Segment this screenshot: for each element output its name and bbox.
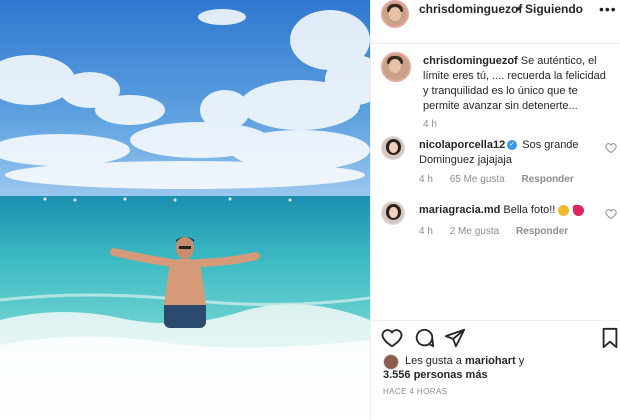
heart-emoji [572,204,584,216]
comment-likes[interactable]: 2 Me gusta [450,226,499,237]
post-actions: Les gusta a mariohart y 3.556 personas m… [371,320,620,420]
author-username[interactable]: chrisdominguezof [419,2,522,16]
posted-time[interactable]: HACE 4 HORAS [383,387,447,396]
comment-username[interactable]: nicolaporcella12 [419,139,505,151]
comment-like-heart-icon[interactable] [605,208,617,220]
follow-status-button[interactable]: Siguiendo [525,2,583,16]
share-icon[interactable] [444,327,466,349]
caption-avatar[interactable] [381,52,411,82]
caption-username[interactable]: chrisdominguezof [423,55,518,67]
comment-like-heart-icon[interactable] [605,142,617,154]
post-panel: chrisdominguezof • Siguiendo ••• chrisdo… [370,0,620,420]
reply-button[interactable]: Responder [522,174,574,185]
reply-button[interactable]: Responder [516,226,568,237]
likes-connector: y [518,355,525,367]
post-photo[interactable] [0,0,370,420]
comment-meta: 4 h 2 Me gusta Responder [419,226,582,237]
bookmark-icon[interactable] [599,327,620,349]
comment-time[interactable]: 4 h [419,226,433,237]
likes-line: Les gusta a mariohart y [405,354,605,369]
comment-meta: 4 h 65 Me gusta Responder [419,174,588,185]
beach-photo [0,0,370,420]
commenter-avatar[interactable] [381,201,405,225]
comment-text: Bella foto!! [503,204,556,216]
header-separator: • [516,2,521,16]
likes-prefix: Les gusta a [405,355,462,367]
liker-username[interactable]: mariohart [465,355,516,367]
comment-likes[interactable]: 65 Me gusta [450,174,505,185]
likes-count[interactable]: 3.556 personas más [383,368,603,383]
heart-eyes-emoji [558,204,570,216]
comment-body: nicolaporcella12 ✓ Sos grande Dominguez j… [419,138,589,168]
comment-body: mariagracia.md Bella foto!! [419,203,589,218]
author-avatar[interactable] [381,0,409,28]
caption-time[interactable]: 4 h [423,119,437,130]
post-header: chrisdominguezof • Siguiendo ••• [371,0,620,44]
comment-username[interactable]: mariagracia.md [419,204,500,216]
post-caption: chrisdominguezof Se auténtico, el límite… [423,54,611,114]
commenter-avatar[interactable] [381,136,405,160]
verified-badge-icon: ✓ [507,140,518,151]
more-horizontal-icon[interactable]: ••• [599,1,617,17]
heart-icon[interactable] [381,327,403,349]
comment-icon[interactable] [413,327,435,349]
comment-time[interactable]: 4 h [419,174,433,185]
